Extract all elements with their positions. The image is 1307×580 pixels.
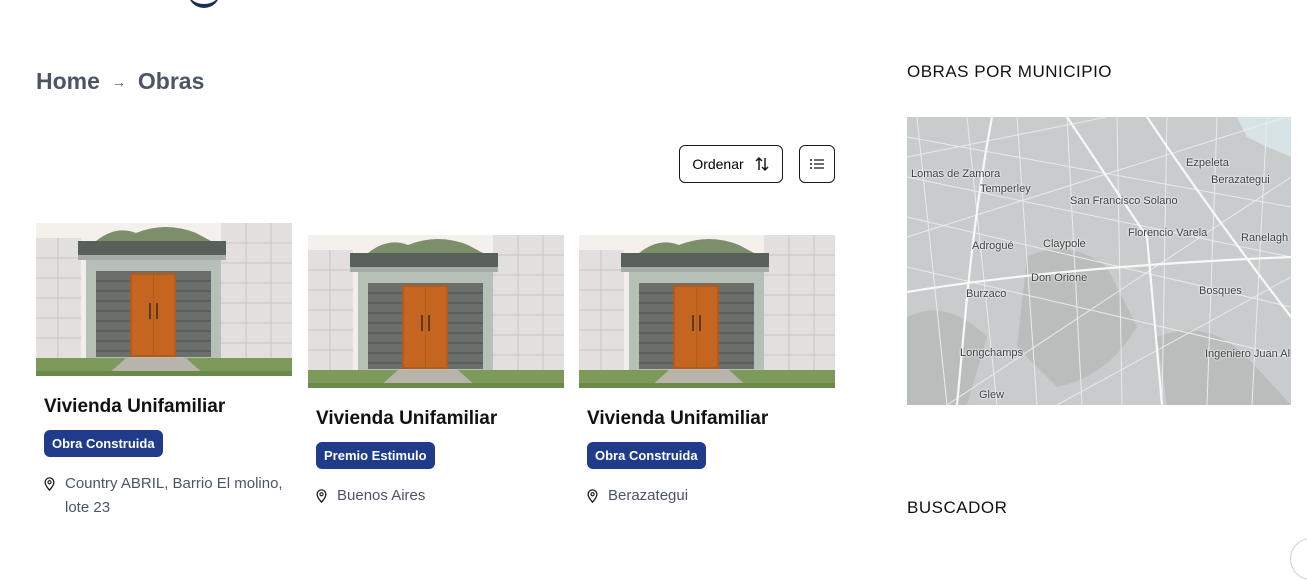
status-badge: Premio Estimulo — [316, 442, 435, 469]
breadcrumb-current: Obras — [137, 68, 205, 94]
map-section-title: OBRAS POR MUNICIPIO — [907, 62, 1113, 81]
map-label: Florencio Varela — [1128, 227, 1208, 239]
project-card[interactable]: Vivienda Unifamiliar Obra Construida Ber… — [579, 235, 835, 508]
card-location: Berazategui — [587, 484, 835, 508]
location-text: Buenos Aires — [337, 487, 426, 504]
map-label: Ezpeleta — [1186, 157, 1229, 169]
card-title[interactable]: Vivienda Unifamiliar — [587, 408, 835, 430]
map-label: Longchamps — [960, 347, 1023, 359]
municipality-map[interactable]: Lomas de Zamora Temperley San Francisco … — [907, 117, 1291, 405]
map-roads — [907, 117, 1291, 405]
house-photo — [36, 223, 292, 376]
project-card[interactable]: Vivienda Unifamiliar Obra Construida Cou… — [36, 223, 292, 520]
breadcrumb-home-link[interactable]: Home — [36, 68, 100, 95]
map-label: Claypole — [1043, 238, 1086, 250]
location-pin-icon — [587, 489, 598, 503]
map-label: Temperley — [980, 183, 1031, 195]
breadcrumb: Home → Obras — [36, 68, 204, 95]
card-title[interactable]: Vivienda Unifamiliar — [316, 408, 564, 430]
map-label: Ranelagh — [1241, 232, 1289, 244]
scroll-top-button[interactable] — [1290, 538, 1307, 580]
map-label: Adrogué — [972, 240, 1014, 252]
location-pin-icon — [44, 477, 55, 491]
sort-arrows-icon — [755, 156, 769, 172]
status-badge: Obra Construida — [587, 442, 706, 469]
map-label: Burzaco — [966, 288, 1007, 300]
list-view-button[interactable] — [799, 145, 835, 183]
site-logo-fragment[interactable] — [188, 0, 220, 8]
card-location: Buenos Aires — [316, 484, 564, 508]
map-label: Lomas de Zamora — [911, 168, 1001, 180]
map-label: Glew — [979, 389, 1005, 401]
search-section-title: BUSCADOR — [907, 498, 1008, 517]
card-location: Country ABRIL, Barrio El molino, lote 23 — [44, 472, 292, 520]
map-label: San Francisco Solano — [1070, 195, 1178, 207]
location-text: Berazategui — [608, 487, 689, 504]
location-pin-icon — [316, 489, 327, 503]
list-view-icon — [810, 159, 824, 169]
card-title[interactable]: Vivienda Unifamiliar — [44, 396, 292, 418]
map-label: Berazategui — [1211, 174, 1270, 186]
sort-button-label: Ordenar — [692, 156, 744, 172]
map-label: Ingeniero Juan Allan — [1205, 348, 1291, 360]
house-photo — [308, 235, 564, 388]
project-card[interactable]: Vivienda Unifamiliar Premio Estimulo Bue… — [308, 235, 564, 508]
breadcrumb-arrow-icon: → — [111, 73, 126, 90]
status-badge: Obra Construida — [44, 430, 163, 457]
sort-button[interactable]: Ordenar — [679, 145, 783, 183]
house-photo — [579, 235, 835, 388]
location-text: Country ABRIL, Barrio El molino, lote 23 — [65, 475, 283, 516]
map-label: Don Orione — [1031, 272, 1088, 284]
map-label: Bosques — [1199, 285, 1242, 297]
